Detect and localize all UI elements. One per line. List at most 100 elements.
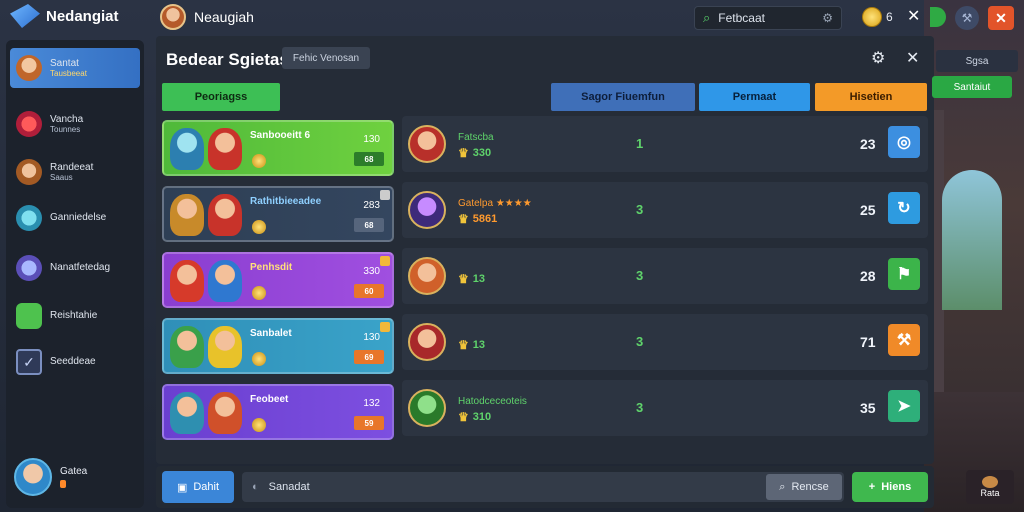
coin-icon — [252, 154, 266, 168]
team-power: 330 — [363, 266, 380, 277]
version-chip[interactable]: Fehic Venosan — [282, 47, 370, 69]
hero-portrait — [208, 392, 242, 434]
sidebar-item-santat[interactable]: Santat Tausbeeat — [10, 48, 140, 88]
status-icon — [60, 480, 66, 488]
map-button-label: Rata — [980, 488, 1000, 498]
wrench-icon[interactable]: ⚒ — [888, 324, 920, 356]
side-label-chip[interactable]: Sgsa — [936, 50, 1018, 72]
plus-icon: + — [868, 481, 876, 493]
score: 35 — [860, 400, 876, 416]
corner-badge-icon — [380, 322, 390, 332]
match-count: 3 — [636, 400, 644, 415]
share-icon[interactable]: ➤ — [888, 390, 920, 422]
sidebar-item-ganniedelse[interactable]: Ganniedelse — [10, 198, 140, 238]
sidebar-item-label: Nanatfetedag — [50, 262, 111, 274]
tab-history[interactable]: Hisetien — [815, 83, 927, 111]
hero-portrait — [170, 326, 204, 368]
team-power: 132 — [363, 398, 380, 409]
team-select-button[interactable]: 59 — [354, 416, 384, 430]
filter-icon[interactable]: ⚙ — [822, 11, 833, 25]
sidebar-item-sublabel: Tounnes — [50, 125, 81, 135]
sidebar-item-nanatfetedag[interactable]: Nanatfetedag — [10, 248, 140, 288]
coin-icon — [252, 286, 266, 300]
tab-progress[interactable]: Peoriagss — [162, 83, 280, 111]
tab-season[interactable]: Sagor Fiuemfun — [551, 83, 695, 111]
opponent-value: 310 — [472, 411, 492, 423]
match-count: 1 — [636, 136, 644, 151]
hero-portrait — [170, 392, 204, 434]
sidebar-item-label: Seeddeae — [50, 356, 96, 368]
sidebar-item-vancha[interactable]: Vancha Tounnes — [10, 104, 140, 144]
start-button[interactable]: ▣ Dahit — [162, 471, 234, 503]
hero-portrait — [170, 194, 204, 236]
scene-archway — [942, 170, 1002, 310]
team-select-button[interactable]: 68 — [354, 152, 384, 166]
map-button[interactable]: Rata — [966, 470, 1014, 504]
top-bar: Nedangiat Neaugiah ⌕ Fetbcaat ⚙ 6 ✕ ⚒ ✕ — [0, 0, 1024, 36]
close-icon[interactable]: ✕ — [906, 48, 919, 68]
crown-icon: ♛ — [458, 338, 469, 352]
tools-icon[interactable]: ⚒ — [955, 6, 979, 30]
team-card[interactable]: Sanbalet 130 69 — [162, 318, 394, 374]
result-row[interactable]: Gatelpa ★★★★ ♛ 5861 3 25 ↻ — [402, 182, 928, 238]
crown-icon: ♛ — [458, 410, 469, 424]
opponent-avatar — [408, 389, 446, 427]
chat-input[interactable]: ◐ Sanadat — [242, 472, 844, 502]
team-name: Sanbalet — [250, 328, 292, 339]
window-close-button[interactable]: ✕ — [988, 6, 1014, 30]
opponent-value: 330 — [472, 147, 492, 159]
team-name: Feobeet — [250, 394, 289, 405]
coin-icon — [252, 418, 266, 432]
target-icon[interactable]: ◎ — [888, 126, 920, 158]
tab-permanent[interactable]: Permaat — [699, 83, 810, 111]
elf-icon — [16, 205, 42, 231]
coin-icon — [252, 352, 266, 366]
close-icon[interactable]: ✕ — [907, 6, 920, 26]
crown-icon: ♛ — [458, 146, 469, 160]
user-profile[interactable]: Gatea — [14, 458, 87, 496]
coin-icon — [252, 220, 266, 234]
player-name: Neaugiah — [194, 9, 254, 25]
confirm-button[interactable]: + Hiens — [852, 472, 928, 502]
flag-icon[interactable]: ⚑ — [888, 258, 920, 290]
opponent-name: Fatscba — [458, 132, 494, 143]
team-card[interactable]: Sanbooeitt 6 130 68 — [162, 120, 394, 176]
refresh-icon[interactable]: ↻ — [888, 192, 920, 224]
sidebar-item-randeeat[interactable]: Randeeat Saaus — [10, 152, 140, 192]
sidebar-item-reishtahie[interactable]: Reishtahie — [10, 296, 140, 336]
star-rating: ★★★★ — [495, 198, 532, 209]
player-header[interactable]: Neaugiah — [160, 4, 254, 30]
result-row[interactable]: Hatodceceoteis ♛ 310 3 35 ➤ — [402, 380, 928, 436]
chest-icon: ▣ — [176, 481, 188, 494]
user-avatar[interactable] — [14, 458, 52, 496]
result-row[interactable]: Fatscba ♛ 330 1 23 ◎ — [402, 116, 928, 172]
team-power: 130 — [363, 332, 380, 343]
sidebar-item-seeddeae[interactable]: ✓ Seeddeae — [10, 342, 140, 382]
player-avatar[interactable] — [160, 4, 186, 30]
green-tab-handle[interactable] — [930, 7, 946, 27]
team-card[interactable]: Feobeet 132 59 — [162, 384, 394, 440]
opponent-name: Gatelpa — [458, 198, 494, 209]
gear-icon[interactable]: ⚙ — [871, 48, 885, 68]
bottom-bar: ▣ Dahit ◐ Sanadat ⌕ Rencse + Hiens — [156, 466, 934, 508]
team-select-button[interactable]: 69 — [354, 350, 384, 364]
cancel-button[interactable]: ⌕ Rencse — [766, 474, 842, 500]
opponent-avatar — [408, 125, 446, 163]
team-select-button[interactable]: 60 — [354, 284, 384, 298]
coin-counter: 6 — [862, 7, 893, 27]
side-action-button[interactable]: Santaiut — [932, 76, 1012, 98]
team-select-button[interactable]: 68 — [354, 218, 384, 232]
team-name: Rathitbieeadee — [250, 196, 322, 207]
score: 25 — [860, 202, 876, 218]
team-card[interactable]: Penhsdit 330 60 — [162, 252, 394, 308]
score: 23 — [860, 136, 876, 152]
panel-title: Bedear Sgietas — [166, 50, 289, 69]
hero-portrait — [208, 326, 242, 368]
result-row[interactable]: ♛ 13 3 71 ⚒ — [402, 314, 928, 370]
corner-badge-icon — [380, 256, 390, 266]
match-count: 3 — [636, 268, 644, 283]
team-card[interactable]: Rathitbieeadee 283 68 — [162, 186, 394, 242]
search-input[interactable]: ⌕ Fetbcaat ⚙ — [694, 6, 842, 30]
result-row[interactable]: ♛ 13 3 28 ⚑ — [402, 248, 928, 304]
mage-icon — [16, 255, 42, 281]
